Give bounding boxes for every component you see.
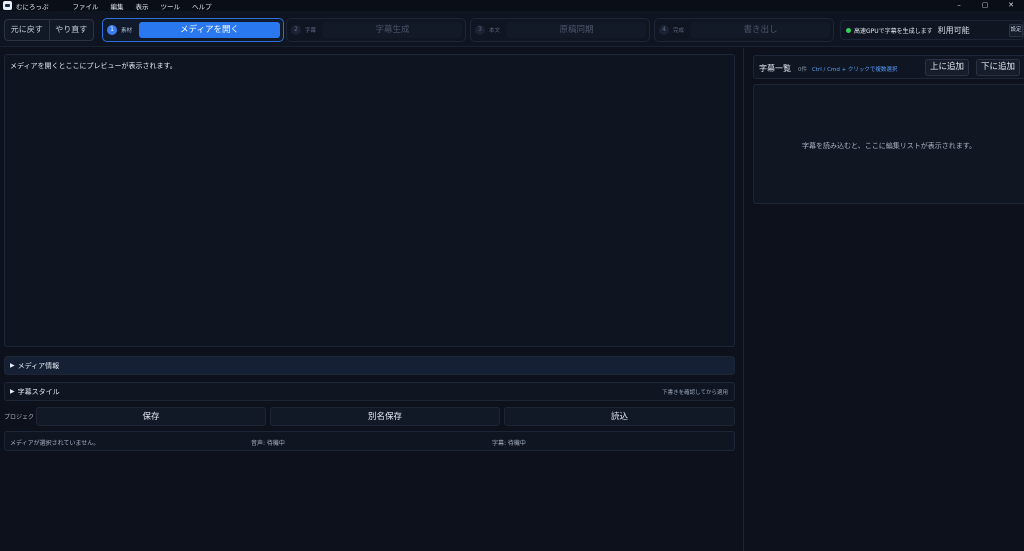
media-status: メディアが選択されていません。 [10,440,100,447]
step-script-sync: 3 本文 原稿同期 [470,18,650,42]
step-number-badge: 4 [659,25,669,35]
step-number-badge: 3 [475,25,485,35]
gpu-settings-button[interactable]: 設定 [1009,24,1023,37]
generate-subtitles-button[interactable]: 字幕生成 [323,22,462,38]
subtitle-status: 字幕: 待機中 [492,440,526,447]
subtitle-count: 0件 [798,67,807,73]
multi-select-hint: Ctrl / Cmd + クリックで複数選択 [812,67,898,73]
minimize-icon[interactable]: – [946,0,972,11]
subtitle-list: 字幕を読み込むと、ここに編集リストが表示されます。 [753,84,1024,204]
subtitle-list-empty-message: 字幕を読み込むと、ここに編集リストが表示されます。 [801,142,977,150]
step-tag: 完成 [673,28,685,34]
media-info-label: メディア情報 [17,361,60,370]
panel-divider[interactable] [743,48,744,551]
subtitle-list-title: 字幕一覧 [759,64,791,73]
subtitle-style-section[interactable]: ▶ 字幕スタイル 下書きを確認してから適用 [4,382,735,401]
menu-edit[interactable]: 編集 [111,1,124,11]
media-info-section[interactable]: ▶ メディア情報 [4,356,735,375]
media-preview: メディアを開くとここにプレビューが表示されます。 [4,54,735,347]
save-as-button[interactable]: 別名保存 [270,407,500,426]
gpu-status-panel: 高速GPUで字幕を生成します 利用可能 設定 [840,20,1024,40]
add-below-button[interactable]: 下に追加 [976,59,1020,76]
step-export: 4 完成 書き出し [654,18,834,42]
step-number-badge: 1 [107,25,117,35]
menu-view[interactable]: 表示 [136,1,149,11]
menu-help[interactable]: ヘルプ [192,1,212,11]
preview-placeholder: メディアを開くとここにプレビューが表示されます。 [10,62,177,70]
script-sync-button[interactable]: 原稿同期 [507,22,646,38]
close-icon[interactable]: ✕ [998,0,1024,11]
save-button[interactable]: 保存 [36,407,266,426]
project-label: プロジェクト [4,414,41,421]
audio-status: 音声: 待機中 [251,440,285,447]
app-title: むにろっぷ [16,2,49,11]
add-above-button[interactable]: 上に追加 [925,59,969,76]
redo-button[interactable]: やり直す [48,20,94,40]
undo-button[interactable]: 元に戻す [5,20,49,40]
step-number-badge: 2 [291,25,301,35]
subtitle-list-header: 字幕一覧 0件 Ctrl / Cmd + クリックで複数選択 上に追加 下に追加 [753,55,1024,79]
expand-triangle-icon: ▶ [10,388,15,395]
load-button[interactable]: 読込 [504,407,735,426]
app-logo-icon [3,1,12,10]
step-tag: 字幕 [305,28,317,34]
gpu-label: 高速GPUで字幕を生成します [854,27,933,35]
step-open-media: 1 素材 メディアを開く [102,18,284,42]
step-tag: 本文 [489,28,501,34]
subtitle-style-hint: 下書きを確認してから適用 [662,389,728,396]
open-media-button[interactable]: メディアを開く [139,22,280,38]
expand-triangle-icon: ▶ [10,362,15,369]
status-dot-icon [846,27,851,33]
toolbar: 元に戻す やり直す 1 素材 メディアを開く 2 字幕 字幕生成 3 本文 原稿… [0,11,1024,47]
window-controls: – ▢ ✕ [946,0,1024,11]
step-generate-subtitles: 2 字幕 字幕生成 [286,18,466,42]
status-bar: メディアが選択されていません。 音声: 待機中 字幕: 待機中 [4,431,735,451]
gpu-status-text: 利用可能 [937,25,970,35]
menu-tools[interactable]: ツール [161,1,181,11]
step-tag: 素材 [121,28,133,34]
title-bar: むにろっぷ ファイル 編集 表示 ツール ヘルプ – ▢ ✕ [0,0,1024,11]
undo-redo-group: 元に戻す やり直す [4,19,94,41]
export-button[interactable]: 書き出し [691,22,830,38]
menu-file[interactable]: ファイル [73,1,99,11]
menu-bar: ファイル 編集 表示 ツール ヘルプ [73,1,224,11]
maximize-icon[interactable]: ▢ [972,0,998,11]
subtitle-style-label: 字幕スタイル [17,387,60,396]
